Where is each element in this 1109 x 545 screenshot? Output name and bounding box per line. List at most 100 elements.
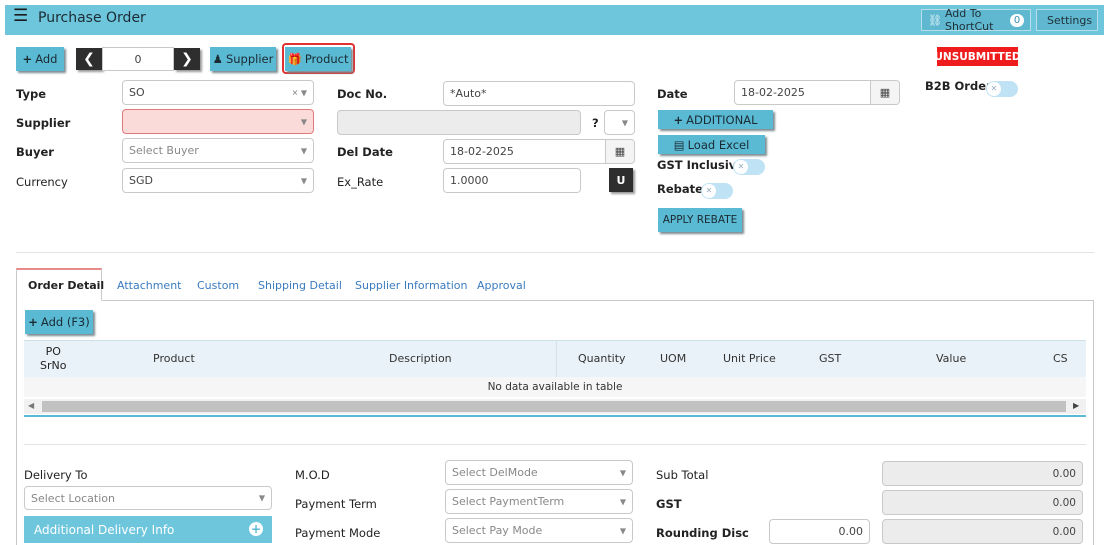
tab-attachment[interactable]: Attachment [117, 279, 182, 292]
del-date-label: Del Date [337, 145, 393, 159]
add-line-button[interactable]: + Add (F3) [25, 310, 93, 334]
additional-button[interactable]: + ADDITIONAL [658, 110, 773, 129]
doc-no-input[interactable]: *Auto* [443, 81, 635, 106]
scrollbar-thumb[interactable] [42, 401, 1066, 412]
toggle-off-icon: ✕ [702, 184, 716, 198]
column-uom[interactable]: UOM [660, 352, 686, 365]
payment-term-label: Payment Term [295, 497, 377, 511]
hamburger-menu-icon[interactable]: ☰ [13, 8, 28, 25]
tab-strip-line [16, 300, 1094, 301]
column-value[interactable]: Value [936, 352, 966, 365]
column-divider [556, 340, 557, 377]
location-select[interactable]: Select Location ▼ [24, 486, 272, 510]
grid-bottom-line [24, 415, 1086, 417]
next-record-button[interactable]: ❯ [174, 48, 200, 70]
tab-supplier-information[interactable]: Supplier Information [355, 279, 468, 292]
footer-divider [24, 444, 1086, 445]
b2b-order-label: B2B Order [925, 79, 992, 93]
ex-rate-input[interactable]: 1.0000 [443, 168, 581, 193]
panel-left-border [16, 300, 17, 545]
chevron-down-icon: ▼ [619, 468, 626, 477]
settings-button[interactable]: Settings [1036, 9, 1098, 31]
gst-inclusive-label: GST Inclusive [657, 158, 745, 172]
buyer-select[interactable]: Select Buyer ▼ [122, 138, 314, 163]
excel-file-icon: ▤ [673, 137, 685, 152]
scroll-right-icon[interactable]: ▶ [1073, 401, 1079, 410]
rounding-disc-input[interactable]: 0.00 [769, 519, 870, 544]
plus-icon: + [28, 315, 38, 329]
supplier-button[interactable]: ♟ Supplier [210, 47, 276, 71]
add-to-shortcut-button[interactable]: ⛓ Add To ShortCut 0 [921, 7, 1031, 33]
column-description[interactable]: Description [389, 352, 452, 365]
payment-term-select[interactable]: Select PaymentTerm ▼ [445, 489, 633, 514]
scroll-left-icon[interactable]: ◀ [28, 401, 34, 410]
column-quantity[interactable]: Quantity [578, 352, 626, 365]
add-line-label: Add (F3) [40, 315, 90, 329]
delivery-to-label: Delivery To [24, 468, 88, 482]
column-po-srno[interactable]: PO SrNo [40, 345, 66, 373]
apply-rebate-button[interactable]: APPLY REBATE [658, 208, 742, 232]
tab-custom[interactable]: Custom [197, 279, 239, 292]
currency-value: SGD [129, 174, 153, 187]
load-excel-button[interactable]: ▤ Load Excel [658, 135, 765, 154]
column-unit-price[interactable]: Unit Price [723, 352, 776, 365]
rebate-toggle[interactable]: ✕ [701, 183, 733, 199]
gst-value: 0.00 [882, 490, 1083, 515]
additional-delivery-label: Additional Delivery Info [34, 522, 175, 537]
record-index-input[interactable]: 0 [102, 47, 174, 71]
buyer-label: Buyer [16, 145, 54, 159]
type-value: SO [129, 86, 145, 99]
subtotal-label: Sub Total [656, 468, 709, 482]
chevron-down-icon: ▼ [300, 176, 307, 185]
previous-record-button[interactable]: ❮ [76, 48, 102, 70]
date-value: 18-02-2025 [741, 86, 805, 99]
chevron-down-icon: ▼ [300, 146, 307, 155]
help-question-mark[interactable]: ? [592, 116, 599, 130]
subtotal-value: 0.00 [882, 461, 1083, 486]
column-cs[interactable]: CS [1053, 352, 1068, 365]
gst-inclusive-toggle[interactable]: ✕ [733, 159, 765, 175]
grid-empty-message: No data available in table [24, 377, 1086, 397]
supplier-option-select[interactable]: ▼ [604, 110, 635, 135]
panel-right-border [1093, 300, 1094, 545]
doc-no-value: *Auto* [450, 87, 487, 100]
supplier-name-input[interactable] [337, 110, 581, 135]
calendar-icon[interactable]: ▦ [870, 81, 899, 104]
chevron-down-icon: ▼ [619, 526, 626, 535]
tab-approval[interactable]: Approval [477, 279, 526, 292]
buyer-placeholder: Select Buyer [129, 144, 199, 157]
column-gst[interactable]: GST [819, 352, 841, 365]
date-label: Date [657, 87, 688, 101]
link-icon: ⛓ [928, 13, 942, 27]
chevron-down-icon: ▼ [621, 118, 628, 127]
supplier-select[interactable]: ▼ [122, 109, 314, 134]
plus-circle-icon[interactable]: + [249, 522, 263, 536]
ex-rate-label: Ex_Rate [337, 175, 384, 189]
tab-order-detail-label: Order Detail [28, 279, 105, 292]
update-rate-button[interactable]: U [609, 168, 633, 192]
delivery-mode-select[interactable]: Select DelMode ▼ [445, 460, 633, 485]
page-title: Purchase Order [38, 10, 146, 26]
add-button[interactable]: + Add [16, 47, 64, 71]
user-icon: ♟ [212, 52, 223, 66]
column-product[interactable]: Product [153, 352, 195, 365]
tab-shipping-detail[interactable]: Shipping Detail [258, 279, 342, 292]
payment-mode-placeholder: Select Pay Mode [452, 524, 543, 537]
column-po-line2: SrNo [40, 359, 67, 372]
shortcut-label: Add To ShortCut [944, 7, 994, 33]
supplier-label: Supplier [16, 116, 71, 130]
chevron-down-icon: ▼ [300, 117, 307, 126]
del-date-input[interactable]: 18-02-2025 ▦ [443, 139, 635, 164]
product-button[interactable]: 🎁 Product [285, 47, 351, 71]
currency-select[interactable]: SGD ▼ [122, 168, 314, 193]
b2b-order-toggle[interactable]: ✕ [986, 81, 1018, 97]
clear-and-dropdown-icon: ✕ ▼ [291, 88, 307, 97]
date-input[interactable]: 18-02-2025 ▦ [734, 80, 900, 105]
calendar-icon[interactable]: ▦ [605, 140, 634, 163]
load-excel-label: Load Excel [687, 137, 750, 152]
type-label: Type [16, 87, 47, 101]
payment-mode-select[interactable]: Select Pay Mode ▼ [445, 518, 633, 543]
additional-delivery-info-panel[interactable]: Additional Delivery Info + [24, 516, 272, 543]
settings-label: Settings [1047, 13, 1093, 27]
type-select[interactable]: SO ✕ ▼ [122, 80, 314, 105]
